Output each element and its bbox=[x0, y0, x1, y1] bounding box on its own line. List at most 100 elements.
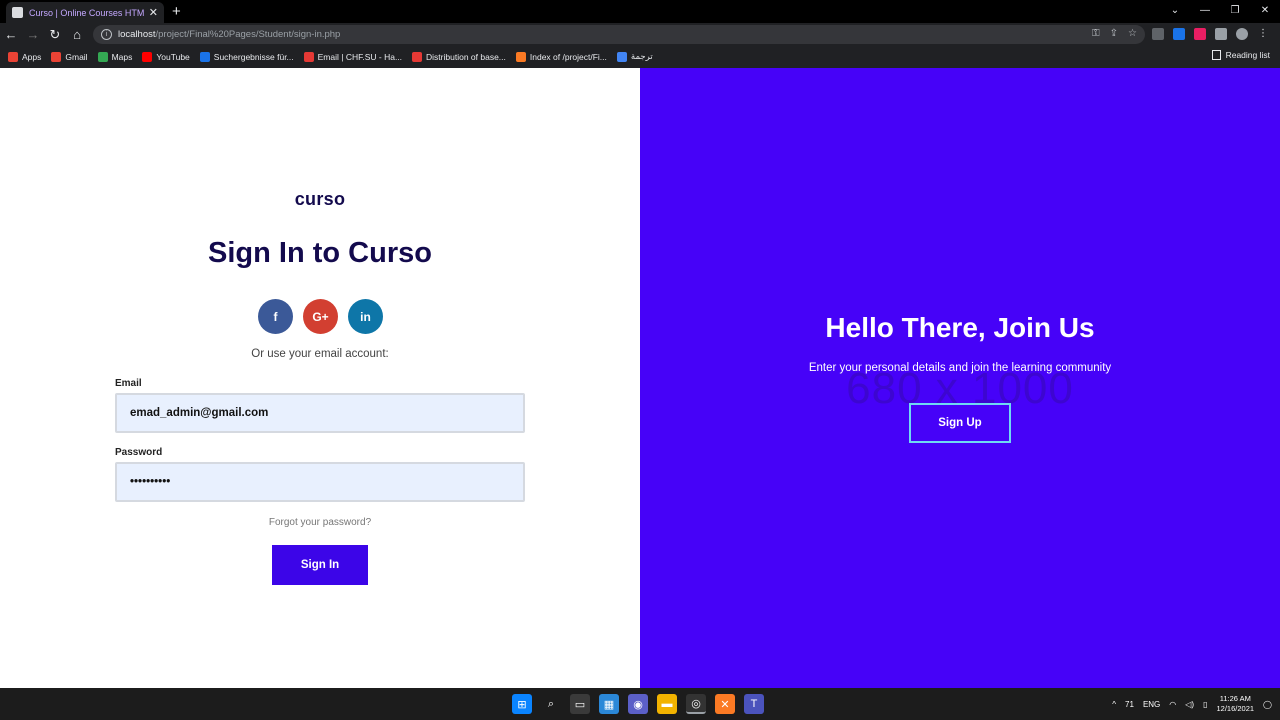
social-login-buttons: f G+ in bbox=[258, 299, 383, 334]
forward-icon[interactable]: → bbox=[22, 24, 44, 46]
signup-promo-panel: 680 x 1000 Hello There, Join Us Enter yo… bbox=[640, 68, 1280, 688]
url-host: localhost bbox=[118, 29, 156, 40]
key-icon[interactable]: ⚿ bbox=[1092, 28, 1100, 39]
bookmark-label: ترجمة bbox=[630, 51, 653, 61]
email-field[interactable] bbox=[115, 393, 525, 433]
bookmark-item[interactable]: Maps bbox=[97, 51, 133, 62]
bookmark-label: Email | CHF.SU - Ha... bbox=[317, 51, 403, 62]
sign-in-button[interactable]: Sign In bbox=[272, 545, 368, 585]
chat-icon[interactable]: ◉ bbox=[628, 694, 648, 714]
bookmark-item[interactable]: ترجمة bbox=[616, 51, 653, 62]
linkedin-icon[interactable]: in bbox=[348, 299, 383, 334]
sign-in-page: curso Sign In to Curso f G+ in Or use yo… bbox=[0, 68, 1280, 688]
gmail-icon bbox=[51, 51, 62, 62]
reading-list-button[interactable]: Reading list bbox=[1211, 50, 1270, 60]
bookmark-item[interactable]: Email | CHF.SU - Ha... bbox=[303, 51, 403, 62]
minimize-button[interactable]: — bbox=[1190, 0, 1220, 20]
sign-up-button[interactable]: Sign Up bbox=[909, 403, 1011, 443]
bookmark-item[interactable]: Apps bbox=[8, 51, 42, 62]
bookmark-item[interactable]: YouTube bbox=[142, 51, 190, 62]
tab-search-icon[interactable]: ⌄ bbox=[1160, 0, 1190, 20]
promo-subtitle: Enter your personal details and join the… bbox=[808, 362, 1112, 374]
reading-list-icon bbox=[1211, 50, 1221, 60]
hidden-icons-chevron-icon[interactable]: ^ bbox=[1112, 700, 1116, 709]
bookmark-item[interactable]: Gmail bbox=[51, 51, 88, 62]
facebook-icon[interactable]: f bbox=[258, 299, 293, 334]
bookmark-label: Maps bbox=[111, 51, 133, 62]
xampp-icon[interactable]: ✕ bbox=[715, 694, 735, 714]
clock-time: 11:26 AM bbox=[1219, 694, 1251, 703]
reading-list-label: Reading list bbox=[1225, 50, 1270, 60]
maps-icon bbox=[97, 51, 108, 62]
site-logo[interactable]: curso bbox=[0, 189, 640, 210]
start-icon[interactable]: ⊞ bbox=[512, 694, 532, 714]
profile-avatar-icon[interactable] bbox=[1236, 28, 1248, 40]
clock[interactable]: 11:26 AM 12/16/2021 bbox=[1217, 694, 1255, 714]
url-path: /project/Final%20Pages/Student/sign-in.p… bbox=[155, 29, 341, 40]
taskbar-apps: ⊞ ⌕ ▭ ▦ ◉ ▬ ◎ ✕ T bbox=[512, 694, 764, 714]
back-icon[interactable]: ← bbox=[0, 24, 22, 46]
page-favicon-icon bbox=[12, 7, 23, 18]
windows-taskbar: ⊞ ⌕ ▭ ▦ ◉ ▬ ◎ ✕ T ^ 71 ENG ◠ ◁) ▯ 11:26 … bbox=[0, 688, 1280, 720]
reload-icon[interactable]: ↻ bbox=[44, 24, 66, 46]
tab-close-icon[interactable]: ✕ bbox=[149, 6, 158, 19]
language-indicator[interactable]: ENG bbox=[1143, 700, 1160, 709]
forgot-password-link[interactable]: Forgot your password? bbox=[0, 517, 640, 528]
promo-title: Hello There, Join Us bbox=[825, 312, 1095, 343]
tab-strip: Curso | Online Courses HTML5 Te ✕ + ⌄ — … bbox=[0, 0, 1280, 23]
bookmark-label: YouTube bbox=[156, 51, 190, 62]
weather-temp[interactable]: 71 bbox=[1125, 700, 1134, 709]
teams-icon[interactable]: T bbox=[744, 694, 764, 714]
puzzle-extensions-icon[interactable] bbox=[1215, 28, 1227, 40]
page-title: Sign In to Curso bbox=[208, 237, 432, 269]
wifi-icon[interactable]: ◠ bbox=[1169, 700, 1176, 709]
home-icon[interactable]: ⌂ bbox=[66, 24, 88, 46]
clock-date: 12/16/2021 bbox=[1216, 704, 1255, 713]
volume-icon[interactable]: ◁) bbox=[1185, 700, 1194, 709]
bookmark-star-icon[interactable]: ☆ bbox=[1128, 28, 1137, 39]
bookmark-item[interactable]: Index of /project/Fi... bbox=[515, 51, 607, 62]
window-controls: ⌄ — ❐ ✕ bbox=[1160, 0, 1280, 23]
browser-toolbar: ← → ↻ ⌂ i localhost /project/Final%20Pag… bbox=[0, 23, 1280, 46]
browser-tab[interactable]: Curso | Online Courses HTML5 Te ✕ bbox=[6, 2, 164, 23]
new-tab-button[interactable]: + bbox=[172, 3, 181, 20]
color-extension-icon[interactable] bbox=[1194, 28, 1206, 40]
chrome-icon[interactable]: ◎ bbox=[686, 694, 706, 714]
shield-extension-icon[interactable] bbox=[1152, 28, 1164, 40]
restore-button[interactable]: ❐ bbox=[1220, 0, 1250, 20]
share-icon[interactable]: ⇪ bbox=[1110, 28, 1118, 39]
google-plus-icon[interactable]: G+ bbox=[303, 299, 338, 334]
bookmark-label: Distribution of base... bbox=[426, 51, 506, 62]
xampp-icon bbox=[515, 51, 526, 62]
address-bar[interactable]: i localhost /project/Final%20Pages/Stude… bbox=[93, 25, 1145, 44]
bookmark-label: Index of /project/Fi... bbox=[529, 51, 607, 62]
bookmarks-bar: Apps Gmail Maps YouTube Suchergebnisse für..… bbox=[0, 46, 1280, 67]
file-explorer-icon[interactable]: ▬ bbox=[657, 694, 677, 714]
tab-title: Curso | Online Courses HTML5 Te bbox=[29, 7, 145, 18]
password-label: Password bbox=[115, 447, 163, 458]
widgets-icon[interactable]: ▦ bbox=[599, 694, 619, 714]
notifications-icon[interactable]: ◯ bbox=[1263, 700, 1272, 709]
alt-login-text: Or use your email account: bbox=[251, 348, 389, 360]
task-view-icon[interactable]: ▭ bbox=[570, 694, 590, 714]
site-info-icon[interactable]: i bbox=[101, 29, 112, 40]
s-icon bbox=[199, 51, 210, 62]
bookmark-label: Suchergebnisse für... bbox=[213, 51, 294, 62]
extensions-area: ⋮ bbox=[1152, 28, 1269, 40]
omnibox-icons: ⚿ ⇪ ☆ bbox=[1092, 28, 1137, 39]
apps-icon bbox=[8, 51, 18, 62]
menu-dots-icon[interactable]: ⋮ bbox=[1257, 28, 1269, 40]
system-tray: ^ 71 ENG ◠ ◁) ▯ 11:26 AM 12/16/2021 ◯ bbox=[1112, 688, 1272, 720]
close-window-button[interactable]: ✕ bbox=[1250, 0, 1280, 20]
b-icon bbox=[412, 51, 423, 62]
search-icon[interactable]: ⌕ bbox=[541, 694, 561, 714]
translate-icon bbox=[616, 51, 627, 62]
bookmark-label: Apps bbox=[22, 51, 42, 62]
password-field[interactable] bbox=[115, 462, 525, 502]
battery-icon[interactable]: ▯ bbox=[1203, 700, 1207, 709]
bookmark-item[interactable]: Distribution of base... bbox=[412, 51, 506, 62]
bookmark-item[interactable]: Suchergebnisse für... bbox=[199, 51, 294, 62]
bookmark-label: Gmail bbox=[65, 51, 88, 62]
email-label: Email bbox=[115, 378, 142, 389]
blue-extension-icon[interactable] bbox=[1173, 28, 1185, 40]
